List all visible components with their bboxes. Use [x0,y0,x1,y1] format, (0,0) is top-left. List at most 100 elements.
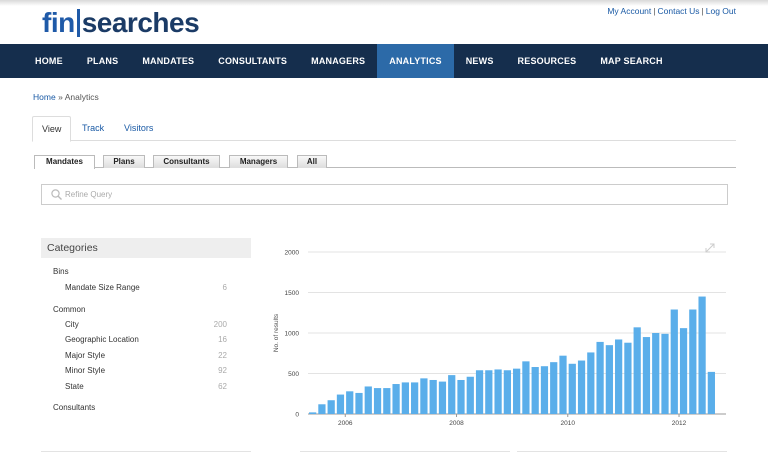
chart-bar [457,379,465,414]
category-item-count: 22 [218,351,227,360]
main-nav: HOME PLANS MANDATES CONSULTANTS MANAGERS… [0,44,768,78]
category-item[interactable]: Geographic Location 16 [65,335,227,344]
chart-bar [336,394,345,414]
view-tabs: View Track Visitors [32,116,736,142]
category-group-consultants[interactable]: Consultants [53,403,95,412]
category-item-label: State [65,382,84,391]
chart-bar [568,363,576,414]
chart-bar [679,328,688,414]
category-item[interactable]: Minor Style 92 [65,366,227,375]
divider [517,451,727,452]
chart-bar [550,362,558,414]
expand-icon[interactable] [705,243,715,253]
category-item[interactable]: Major Style 22 [65,351,227,360]
chart-bar [401,382,409,414]
nav-resources[interactable]: RESOURCES [506,44,589,78]
category-item-count: 62 [218,382,227,391]
nav-managers[interactable]: MANAGERS [299,44,377,78]
category-group-common[interactable]: Common [53,305,85,314]
chart-bar [485,370,493,414]
filter-tab-consultants[interactable]: Consultants [153,155,220,168]
breadcrumb-separator: » [58,92,63,102]
chart-bar [559,355,567,414]
logo-part-searches: searches [81,7,200,38]
contact-us-link[interactable]: Contact Us [657,6,699,16]
chart-bar [522,361,530,414]
refine-query-input[interactable] [65,190,665,199]
divider [41,451,251,452]
nav-map-search[interactable]: MAP SEARCH [588,44,674,78]
chart-bar [373,388,382,414]
y-tick-label: 2000 [285,250,300,257]
filter-tab-plans[interactable]: Plans [103,155,145,168]
nav-plans[interactable]: PLANS [75,44,131,78]
categories-header: Categories [41,238,251,258]
x-tick-label: 2010 [561,420,576,427]
chart-bar [355,392,363,414]
category-item[interactable]: State 62 [65,382,227,391]
nav-consultants[interactable]: CONSULTANTS [206,44,299,78]
account-links: My Account | Contact Us | Log Out [607,6,736,16]
chart-bar [661,333,669,414]
log-out-link[interactable]: Log Out [706,6,736,16]
chart-bar [531,367,539,414]
nav-mandates[interactable]: MANDATES [130,44,206,78]
breadcrumb: Home » Analytics [33,92,99,102]
category-item-count: 200 [213,320,227,329]
chart-bar [615,339,623,414]
chart-bar [513,368,521,414]
y-tick-label: 1000 [285,331,300,338]
nav-analytics[interactable]: ANALYTICS [377,44,454,78]
chart-bar [689,309,697,414]
breadcrumb-home[interactable]: Home [33,92,56,102]
y-tick-label: 0 [295,412,299,419]
chart-bar [605,345,613,414]
x-tick-label: 2008 [449,420,464,427]
filter-tab-managers[interactable]: Managers [229,155,288,168]
chart-bar [438,381,447,414]
chart-bar [633,327,641,414]
category-item[interactable]: Mandate Size Range 6 [65,283,227,292]
divider [300,451,510,452]
x-tick-label: 2006 [338,420,353,427]
tab-view[interactable]: View [32,116,72,142]
chart-bar [309,412,317,414]
chart-bar [364,386,372,414]
category-group-bins[interactable]: Bins [53,267,69,276]
chart-bar [596,341,604,414]
refine-query-box [41,184,728,205]
results-chart: 0 500 1000 1500 2000 No. of results 2006 2008 20… [273,250,726,427]
nav-home[interactable]: HOME [23,44,75,78]
y-tick-label: 1500 [285,290,300,297]
category-item-label: Geographic Location [65,335,139,344]
logo-part-fin: fin [42,7,75,38]
chart-bar [707,371,715,414]
chart-bar [577,360,586,414]
x-tick-label: 2012 [672,420,687,427]
chart-bar [670,309,678,414]
chart-bar [652,333,660,414]
chart-bar [587,352,595,414]
my-account-link[interactable]: My Account [607,6,651,16]
chart-bar [624,342,632,414]
filter-tabs: Mandates Plans Consultants Managers All [34,155,736,169]
chart-bar [540,366,549,414]
chart-bar [327,400,335,414]
tab-visitors[interactable]: Visitors [115,116,162,141]
chart-bar [698,296,706,414]
filter-tab-mandates[interactable]: Mandates [34,155,95,169]
y-tick-label: 500 [288,371,299,378]
tab-track[interactable]: Track [73,116,113,141]
filter-tab-all[interactable]: All [297,155,327,168]
logo[interactable]: fin searches [42,7,200,39]
search-icon [51,189,62,200]
logo-separator [76,9,80,37]
link-separator: | [653,6,656,16]
chart-bar [346,391,354,414]
nav-news[interactable]: NEWS [454,44,506,78]
category-item[interactable]: City 200 [65,320,227,329]
chart-bar [642,337,651,414]
chart-bar [503,370,511,414]
chart-bar [429,379,437,414]
breadcrumb-current: Analytics [64,92,99,102]
